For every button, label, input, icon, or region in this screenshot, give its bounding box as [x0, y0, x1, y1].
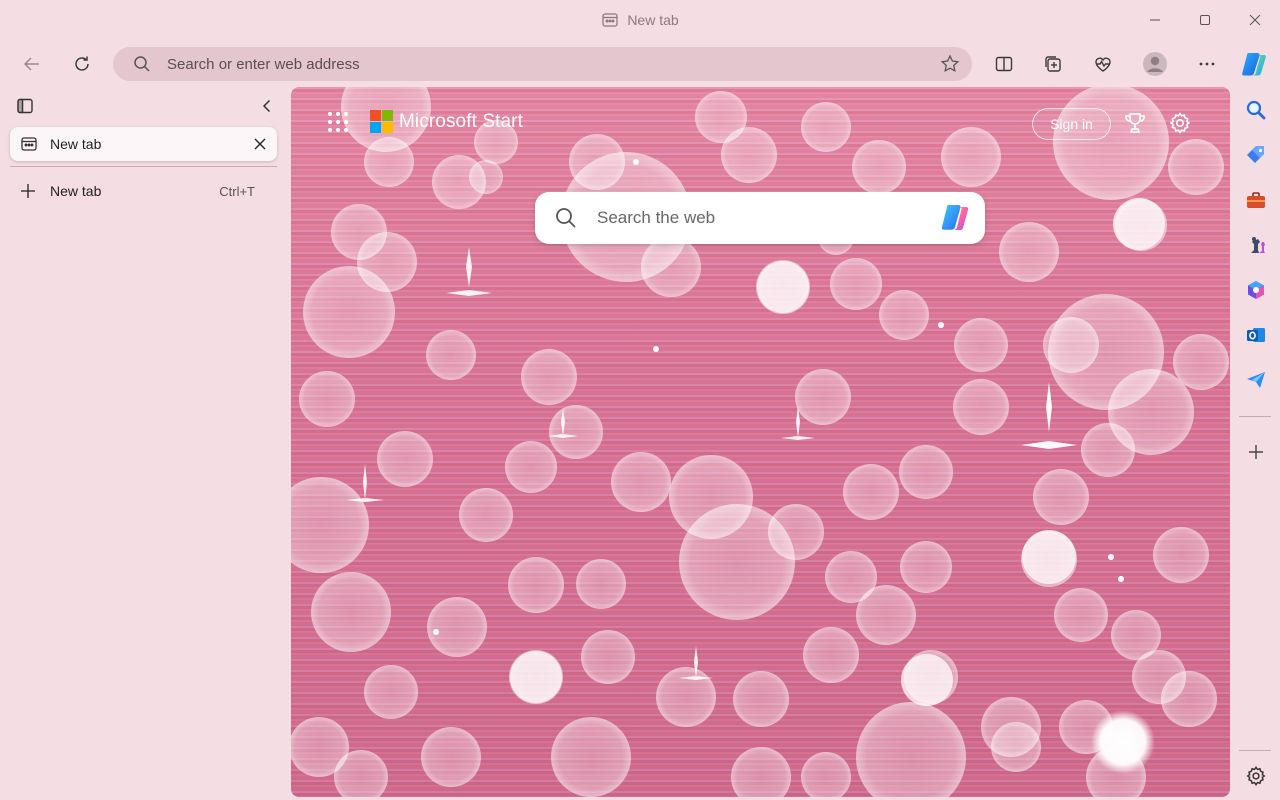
search-icon [556, 208, 576, 228]
browser-toolbar [0, 40, 1280, 88]
web-search-box[interactable] [535, 192, 985, 244]
window-title: New tab [601, 11, 679, 29]
settings-icon [1246, 766, 1266, 786]
close-window-button[interactable] [1230, 0, 1280, 40]
right-sidebar [1232, 88, 1280, 800]
favorite-star-icon[interactable] [940, 54, 960, 74]
shopping-tag-icon [1247, 146, 1264, 163]
sidebar-divider [1239, 416, 1271, 417]
sidebar-add-button[interactable] [1240, 436, 1272, 468]
new-tab-shortcut: Ctrl+T [219, 183, 255, 199]
address-bar[interactable] [113, 47, 972, 81]
maximize-icon [1200, 15, 1210, 25]
split-screen-icon [995, 56, 1013, 72]
microsoft365-icon [1248, 281, 1264, 299]
plus-icon [21, 184, 35, 198]
copilot-icon [1242, 53, 1266, 76]
add-icon [1249, 445, 1263, 459]
collections-icon [1045, 56, 1061, 72]
close-icon [1249, 14, 1261, 26]
sidebar-outlook-button[interactable] [1240, 319, 1272, 351]
tab-page-icon [602, 13, 618, 27]
games-icon [1251, 237, 1265, 253]
sidebar-search-button[interactable] [1240, 94, 1272, 126]
search-icon [134, 56, 150, 72]
tabs-divider [10, 166, 277, 167]
sidebar-tools-button[interactable] [1240, 184, 1272, 216]
sidebar-divider [1239, 750, 1271, 751]
new-tab-page: Microsoft Start Sign in [291, 87, 1230, 797]
trophy-icon[interactable] [1123, 111, 1147, 135]
back-button[interactable] [12, 44, 52, 84]
avatar [1143, 52, 1167, 76]
new-tab-label: New tab [50, 183, 102, 199]
sidebar-shopping-button[interactable] [1240, 139, 1272, 171]
minimize-button[interactable] [1130, 0, 1180, 40]
copilot-icon[interactable] [937, 200, 973, 236]
minimize-icon [1150, 19, 1160, 21]
search-icon [1246, 100, 1266, 120]
tools-icon [1247, 192, 1265, 208]
tab-page-icon [21, 137, 37, 151]
browser-essentials-button[interactable] [1083, 44, 1123, 84]
page-settings-gear-icon[interactable] [1168, 111, 1192, 135]
microsoft-logo-icon [370, 110, 393, 133]
close-tab-icon[interactable] [253, 137, 267, 151]
tab-actions-icon[interactable] [16, 97, 34, 115]
refresh-icon [75, 56, 89, 71]
maximize-button[interactable] [1180, 0, 1230, 40]
more-horizontal-icon [1199, 62, 1215, 66]
outlook-icon [1247, 328, 1265, 342]
collapse-panel-chevron-icon[interactable] [258, 97, 276, 115]
profile-button[interactable] [1135, 44, 1175, 84]
address-input[interactable] [167, 55, 940, 73]
tab-new-tab[interactable]: New tab [10, 127, 277, 161]
refresh-button[interactable] [62, 44, 102, 84]
new-tab-button[interactable]: New tab Ctrl+T [10, 178, 277, 204]
tabs-panel-header [0, 88, 290, 124]
microsoft-start-brand[interactable]: Microsoft Start [399, 111, 523, 133]
sidebar-drop-button[interactable] [1240, 364, 1272, 396]
window-title-text: New tab [627, 12, 679, 28]
title-bar: New tab [0, 0, 1280, 40]
web-search-input[interactable] [597, 208, 937, 228]
vertical-tabs-panel: New tab New tab Ctrl+T [0, 88, 290, 800]
tab-label: New tab [50, 136, 102, 152]
split-screen-button[interactable] [984, 44, 1024, 84]
start-page-header: Microsoft Start Sign in [291, 87, 1230, 157]
app-launcher-icon[interactable] [327, 111, 349, 133]
window-controls [1130, 0, 1280, 40]
back-arrow-icon [23, 57, 39, 71]
copilot-button[interactable] [1234, 44, 1274, 84]
sign-in-button[interactable]: Sign in [1032, 108, 1111, 140]
collections-button[interactable] [1033, 44, 1073, 84]
sidebar-microsoft365-button[interactable] [1240, 274, 1272, 306]
sidebar-settings-button[interactable] [1240, 760, 1272, 792]
sidebar-games-button[interactable] [1240, 229, 1272, 261]
send-icon [1247, 372, 1265, 388]
heart-pulse-icon [1095, 57, 1111, 72]
more-options-button[interactable] [1187, 44, 1227, 84]
